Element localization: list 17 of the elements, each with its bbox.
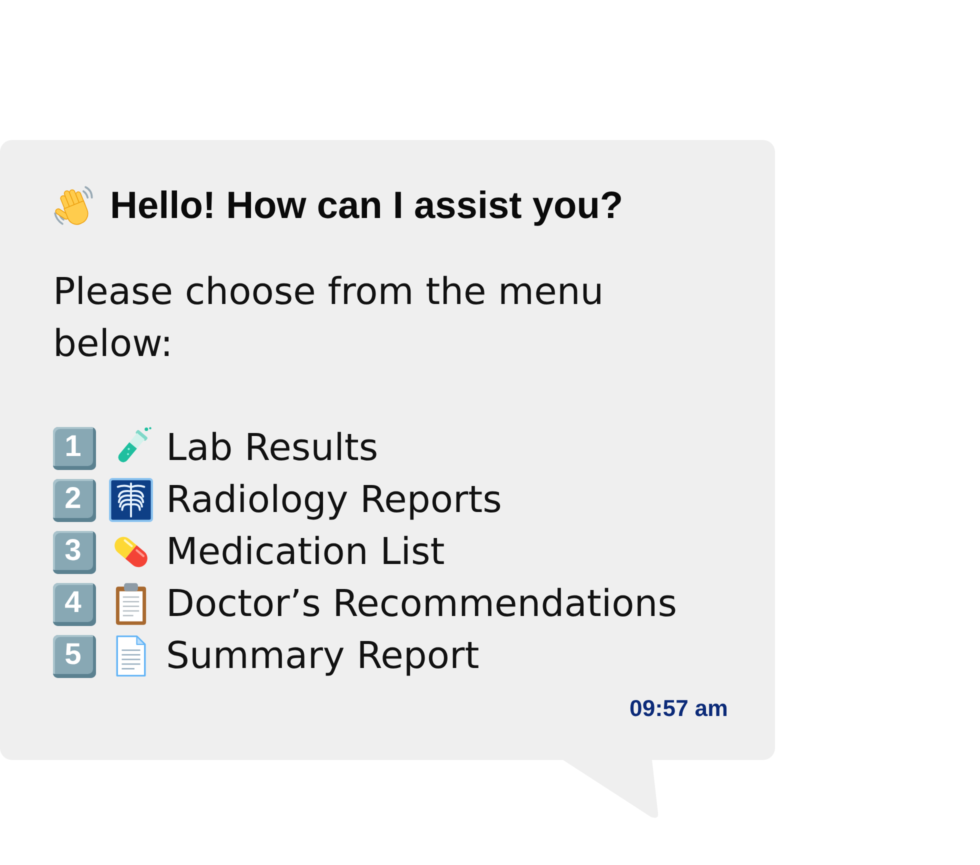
prompt-text: Please choose from the menu below: — [53, 269, 605, 367]
menu-option: Doctor’s Recommendations — [166, 578, 678, 630]
greeting-heading: Hello! How can I assist you? — [110, 184, 624, 229]
menu-option: Summary Report — [166, 630, 480, 682]
number-keycap: 3 — [53, 530, 96, 574]
number-keycap: 1 — [53, 426, 96, 470]
document-icon — [114, 634, 148, 678]
message-time: 09:57 am — [630, 694, 728, 722]
menu-option: Radiology Reports — [166, 474, 502, 526]
menu-option: Lab Results — [166, 422, 378, 474]
menu-option: Medication List — [166, 526, 445, 578]
number-keycap: 2 — [53, 478, 96, 522]
clipboard-icon — [114, 582, 148, 626]
number-keycap: 4 — [53, 582, 96, 626]
number-keycap: 5 — [53, 634, 96, 678]
chest-xray-icon — [108, 478, 152, 522]
waving-hand-icon — [53, 185, 95, 227]
